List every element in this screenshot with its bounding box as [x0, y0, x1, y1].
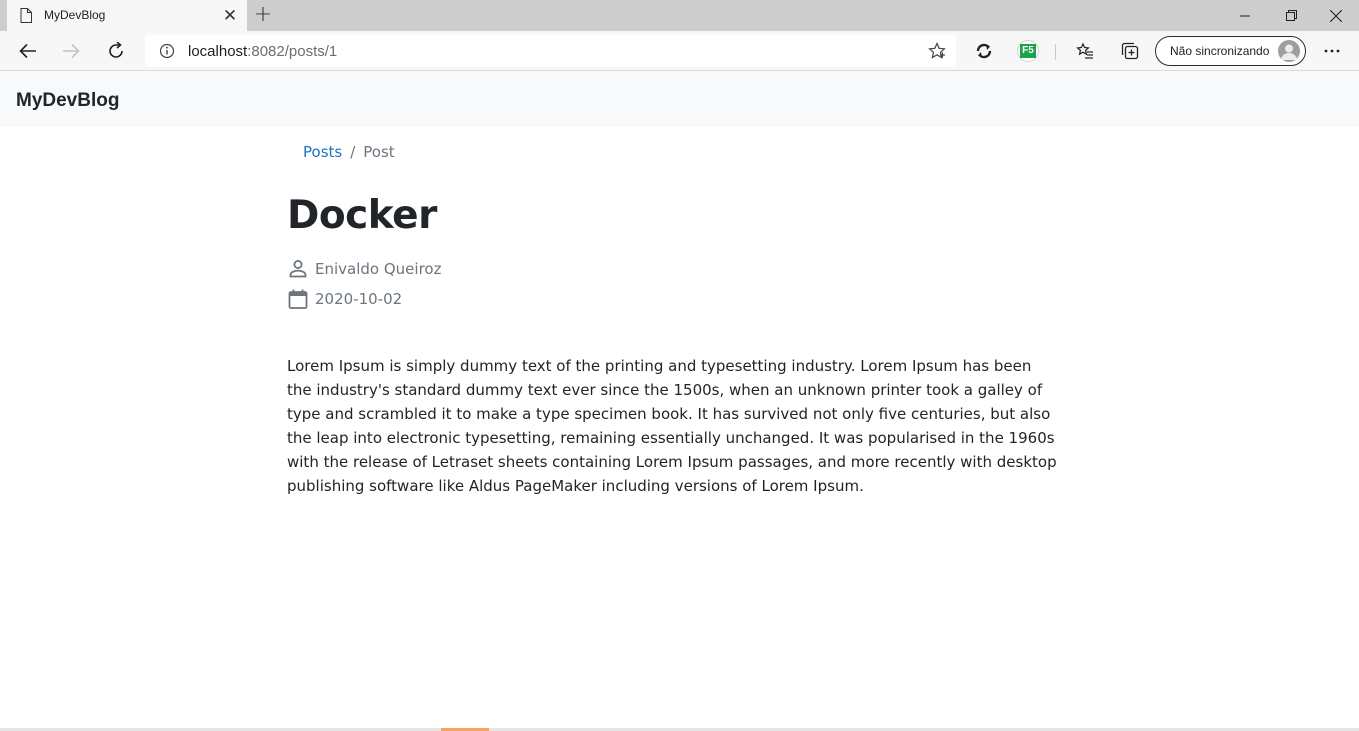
url-path: :8082/posts/1	[247, 43, 338, 60]
breadcrumb: Posts / Post	[303, 143, 395, 161]
restore-icon	[1285, 10, 1297, 21]
collections-icon	[1121, 42, 1139, 60]
navbar-brand[interactable]: MyDevBlog	[16, 90, 119, 112]
back-button[interactable]	[14, 37, 42, 65]
profile-sync-button[interactable]: Não sincronizando	[1155, 36, 1306, 66]
back-arrow-icon	[19, 43, 36, 59]
refresh-button[interactable]	[102, 37, 130, 65]
tab-title: MyDevBlog	[44, 8, 106, 22]
page-icon	[20, 8, 32, 23]
browser-tabstrip: MyDevBlog ✕ +	[0, 0, 1359, 31]
forward-arrow-icon	[63, 43, 80, 59]
settings-menu-button[interactable]	[1318, 37, 1346, 65]
restore-button[interactable]	[1268, 0, 1314, 31]
minimize-icon	[1240, 15, 1250, 16]
post-author-row: Enivaldo Queiroz	[287, 258, 441, 280]
toolbar-divider	[1055, 44, 1056, 60]
site-navbar: MyDevBlog	[0, 71, 1359, 127]
url-text[interactable]: localhost:8082/posts/1	[188, 43, 337, 60]
favorites-button[interactable]	[1071, 37, 1099, 65]
minimize-button[interactable]	[1222, 0, 1268, 31]
post-date-row: 2020-10-02	[287, 288, 402, 310]
close-tab-icon[interactable]: ✕	[221, 7, 239, 25]
sync-arrows-icon	[976, 43, 992, 59]
breadcrumb-link-posts[interactable]: Posts	[303, 143, 342, 161]
sync-status-label: Não sincronizando	[1170, 44, 1270, 58]
f5-extension-icon: F5	[1020, 44, 1036, 58]
calendar-icon	[288, 289, 308, 309]
post-body: Lorem Ipsum is simply dummy text of the …	[287, 357, 1057, 495]
favorites-list-icon	[1076, 42, 1093, 59]
refresh-icon	[109, 42, 123, 58]
breadcrumb-current: Post	[363, 143, 395, 161]
avatar-icon	[1278, 40, 1300, 62]
new-tab-button[interactable]: +	[251, 4, 275, 28]
close-window-button[interactable]	[1313, 0, 1359, 31]
url-host: localhost	[188, 43, 248, 60]
more-dots-icon	[1324, 49, 1340, 53]
close-icon	[1330, 9, 1342, 22]
post-author: Enivaldo Queiroz	[315, 260, 442, 278]
post-date: 2020-10-02	[315, 290, 403, 308]
favorite-star-icon[interactable]	[928, 42, 946, 60]
post-title: Docker	[287, 193, 437, 238]
info-icon[interactable]	[159, 43, 175, 59]
person-icon	[289, 260, 307, 278]
sync-extension-button[interactable]	[970, 37, 998, 65]
browser-tab[interactable]: MyDevBlog ✕	[7, 0, 247, 31]
collections-button[interactable]	[1116, 37, 1144, 65]
f5-extension-button[interactable]: F5	[1017, 40, 1039, 62]
forward-button[interactable]	[57, 37, 85, 65]
address-bar[interactable]: localhost:8082/posts/1	[145, 35, 956, 67]
breadcrumb-separator: /	[350, 143, 356, 161]
browser-toolbar: localhost:8082/posts/1 F5 Não sincroniza…	[0, 31, 1359, 71]
